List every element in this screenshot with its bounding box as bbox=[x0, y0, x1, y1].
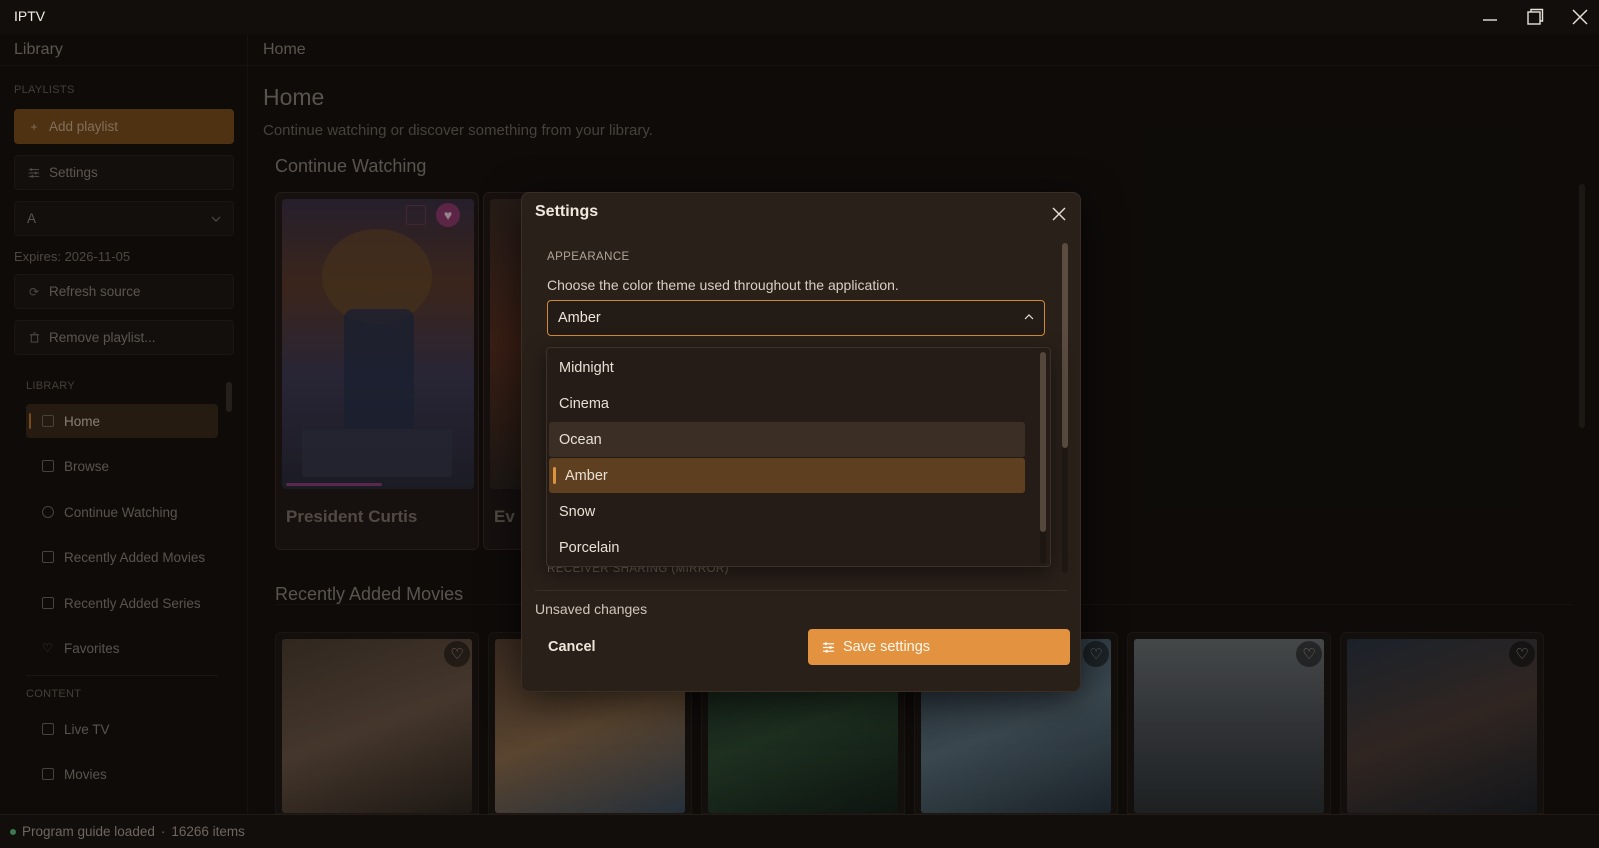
theme-option-amber[interactable]: Amber bbox=[549, 458, 1025, 493]
sliders-icon bbox=[822, 641, 835, 653]
footer-divider bbox=[535, 590, 1067, 591]
chevron-up-icon bbox=[1024, 314, 1034, 320]
unsaved-changes-label: Unsaved changes bbox=[535, 601, 648, 617]
theme-option-snow[interactable]: Snow bbox=[549, 494, 1025, 529]
minimize-icon bbox=[1483, 19, 1497, 21]
appearance-label: APPEARANCE bbox=[547, 251, 630, 263]
theme-select-value: Amber bbox=[558, 310, 601, 326]
save-settings-label: Save settings bbox=[843, 639, 931, 655]
theme-select[interactable]: Amber bbox=[547, 300, 1045, 336]
theme-option-ocean[interactable]: Ocean bbox=[549, 422, 1025, 457]
status-separator: · bbox=[160, 824, 166, 839]
minimize-button[interactable] bbox=[1470, 4, 1510, 30]
status-bar: Program guide loaded · 16266 items bbox=[0, 814, 1599, 848]
close-window-button[interactable] bbox=[1560, 4, 1599, 30]
restore-icon bbox=[1527, 8, 1544, 25]
theme-option-porcelain[interactable]: Porcelain bbox=[549, 530, 1025, 565]
title-bar: IPTV bbox=[0, 0, 1599, 34]
cancel-button[interactable]: Cancel bbox=[535, 629, 596, 665]
theme-option-midnight[interactable]: Midnight bbox=[549, 350, 1025, 385]
save-settings-button[interactable]: Save settings bbox=[808, 629, 1070, 665]
app-title: IPTV bbox=[14, 8, 46, 24]
close-icon bbox=[1052, 207, 1066, 221]
dialog-title: Settings bbox=[535, 203, 599, 220]
dialog-scrollbar[interactable] bbox=[1062, 243, 1068, 573]
status-dot-icon bbox=[10, 828, 16, 835]
dropdown-scrollbar[interactable] bbox=[1040, 352, 1046, 564]
status-text: Program guide loaded bbox=[22, 824, 155, 839]
appearance-description: Choose the color theme used throughout t… bbox=[547, 277, 899, 293]
dialog-close-button[interactable] bbox=[1044, 199, 1074, 229]
maximize-button[interactable] bbox=[1515, 4, 1555, 30]
theme-dropdown: Midnight Cinema Ocean Amber Snow Porcela… bbox=[546, 347, 1051, 567]
close-icon bbox=[1572, 9, 1588, 25]
status-count: 16266 items bbox=[171, 824, 245, 839]
theme-option-cinema[interactable]: Cinema bbox=[549, 386, 1025, 421]
